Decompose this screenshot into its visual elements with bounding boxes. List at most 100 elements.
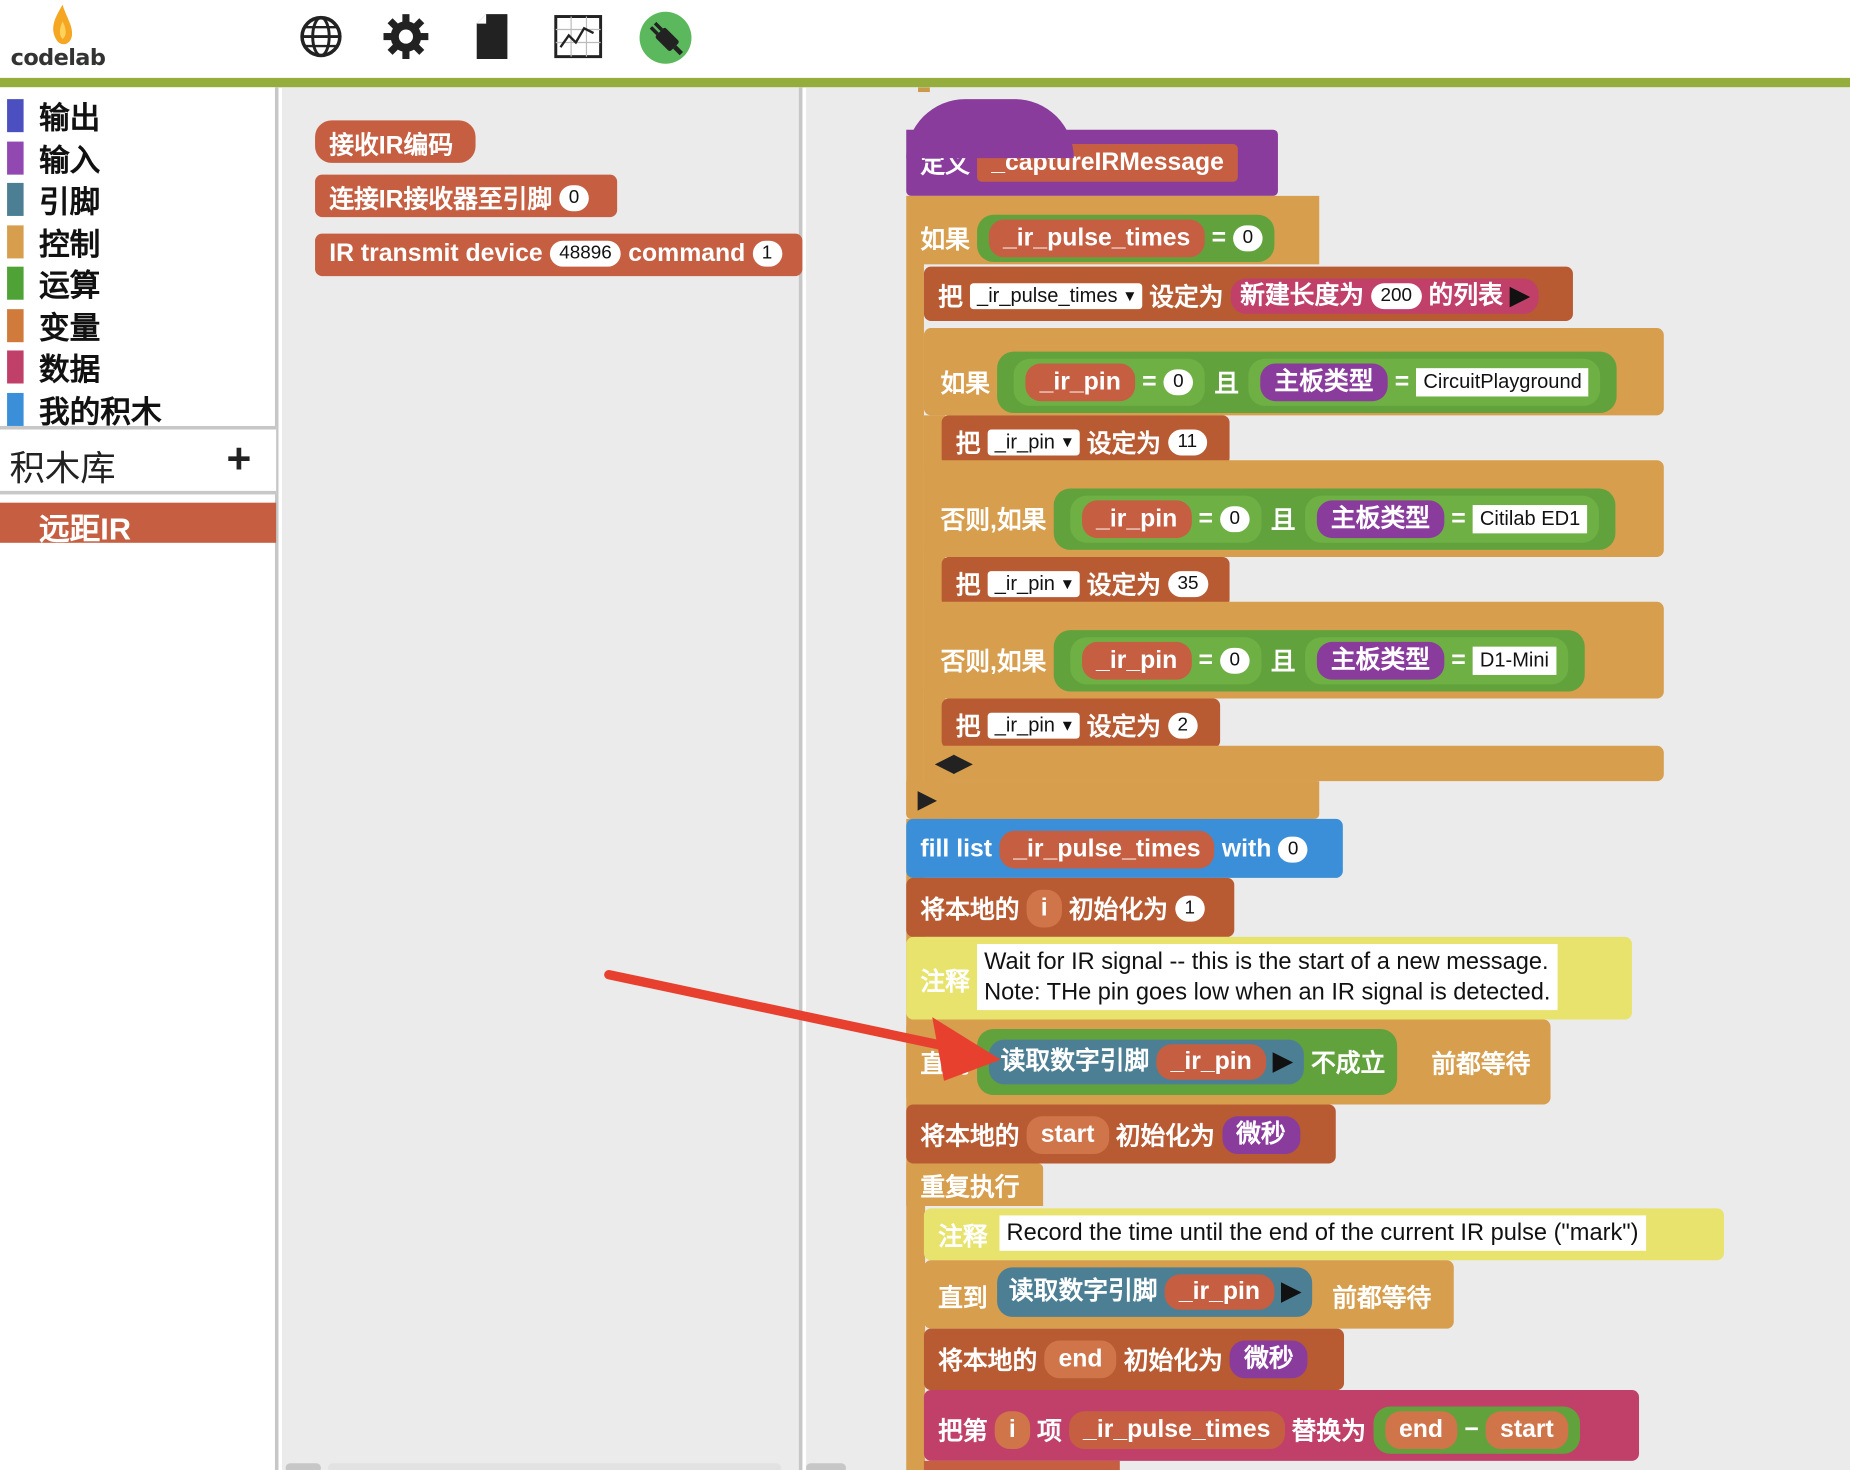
add-library-button[interactable]: + xyxy=(227,434,252,484)
and-condition[interactable]: _ir_pin = 0 且 主板类型 = CircuitPlayground xyxy=(997,351,1618,413)
subtract-reporter[interactable]: end − start xyxy=(1373,1406,1580,1454)
microseconds-reporter[interactable]: 微秒 xyxy=(1221,1116,1300,1155)
board-type-reporter[interactable]: 主板类型 xyxy=(1260,363,1388,402)
wait-until-not-block[interactable]: 直到 读取数字引脚 _ir_pin ▶ 不成立 前都等待 xyxy=(906,1019,1551,1105)
set-pin-11-block[interactable]: 把 _ir_pin ▼ 设定为 11 xyxy=(941,415,1230,465)
not-condition[interactable]: 读取数字引脚 _ir_pin ▶ 不成立 xyxy=(977,1028,1398,1096)
length-input[interactable]: 200 xyxy=(1371,283,1422,310)
category-pins[interactable]: 引脚 xyxy=(0,176,276,219)
category-data[interactable]: 数据 xyxy=(0,343,276,387)
variable-reporter[interactable]: _ir_pulse_times xyxy=(988,219,1205,258)
variable-reporter[interactable]: _ir_pulse_times xyxy=(999,830,1215,869)
comment-block[interactable]: 注释 Wait for IR signal -- this is the sta… xyxy=(906,936,1632,1020)
fill-list-block[interactable]: fill list _ir_pulse_times with 0 xyxy=(906,818,1343,878)
category-input[interactable]: 输入 xyxy=(0,135,276,178)
variable-reporter[interactable]: _ir_pin xyxy=(1081,641,1192,680)
expand-arrow-icon[interactable]: ▶ xyxy=(1273,1047,1292,1078)
set-to-label: 设定为 xyxy=(1086,713,1162,742)
device-input[interactable]: 48896 xyxy=(549,240,622,267)
init-local-start-block[interactable]: 将本地的 start 初始化为 微秒 xyxy=(906,1104,1336,1164)
value-input[interactable]: 2 xyxy=(1168,712,1198,739)
equals-condition[interactable]: 主板类型 = Citilab ED1 xyxy=(1304,495,1600,543)
flyout-scrollbar[interactable] xyxy=(285,1463,321,1470)
equals-condition[interactable]: _ir_pin = 0 xyxy=(1070,637,1262,685)
variable-reporter[interactable]: _ir_pulse_times xyxy=(1068,1411,1285,1450)
file-icon[interactable] xyxy=(467,12,517,62)
equals-condition[interactable]: _ir_pin = 0 xyxy=(1013,358,1205,406)
variable-dropdown[interactable]: _ir_pin ▼ xyxy=(987,429,1080,456)
microseconds-reporter[interactable]: 微秒 xyxy=(1229,1340,1308,1379)
variable-dropdown[interactable]: _ir_pin ▼ xyxy=(987,712,1080,739)
and-condition[interactable]: _ir_pin = 0 且 主板类型 = Citilab ED1 xyxy=(1053,488,1616,550)
expand-arrow-icon[interactable]: ▶ xyxy=(1281,1277,1300,1308)
value-input[interactable]: 35 xyxy=(1168,571,1208,598)
value-input[interactable]: 11 xyxy=(1168,429,1207,456)
value-input[interactable]: 0 xyxy=(1163,369,1194,396)
set-list-block[interactable]: 把 _ir_pulse_times ▼ 设定为 新建长度为 200 的列表 ▶ xyxy=(923,266,1573,321)
usb-connection-icon[interactable] xyxy=(638,11,692,65)
local-variable[interactable]: end xyxy=(1384,1411,1458,1450)
set-pin-35-block[interactable]: 把 _ir_pin ▼ 设定为 35 xyxy=(941,556,1230,607)
replace-item-block[interactable]: 把第 i 项 _ir_pulse_times 替换为 end − start xyxy=(923,1390,1640,1461)
index-reporter[interactable]: i xyxy=(994,1411,1030,1450)
comment-text[interactable]: Record the time until the end of the cur… xyxy=(999,1215,1646,1251)
else-if-ed1-block[interactable]: 否则,如果 _ir_pin = 0 且 主板类型 = Citilab ED1 xyxy=(923,460,1664,557)
value-input[interactable]: 0 xyxy=(1233,225,1263,252)
category-variables[interactable]: 变量 xyxy=(0,302,276,346)
new-list-reporter[interactable]: 新建长度为 200 的列表 ▶ xyxy=(1230,278,1539,314)
board-type-reporter[interactable]: 主板类型 xyxy=(1316,500,1445,539)
category-control[interactable]: 控制 xyxy=(0,218,276,262)
pin-input[interactable]: 0 xyxy=(559,185,589,212)
variable-reporter[interactable]: _ir_pin xyxy=(1156,1044,1266,1080)
equals-condition[interactable]: 主板类型 = CircuitPlayground xyxy=(1248,358,1601,406)
board-value-input[interactable]: Citilab ED1 xyxy=(1472,505,1588,534)
and-condition[interactable]: _ir_pin = 0 且 主板类型 = D1-Mini xyxy=(1053,630,1585,692)
read-digital-pin-reporter[interactable]: 读取数字引脚 _ir_pin ▶ xyxy=(988,1039,1304,1085)
attach-ir-block[interactable]: 连接IR接收器至引脚 0 xyxy=(315,174,618,218)
repeat-block[interactable]: 重复执行 xyxy=(906,1163,1044,1206)
expand-arrow-icon[interactable]: ▶ xyxy=(918,785,936,815)
ir-transmit-block[interactable]: IR transmit device 48896 command 1 xyxy=(315,233,803,277)
set-pin-2-block[interactable]: 把 _ir_pin ▼ 设定为 2 xyxy=(941,698,1221,749)
variable-reporter[interactable]: _ir_pin xyxy=(1164,1274,1275,1310)
gear-icon[interactable] xyxy=(381,12,431,62)
value-input[interactable]: 1 xyxy=(1175,895,1205,922)
local-variable[interactable]: end xyxy=(1044,1340,1117,1379)
receive-ir-block[interactable]: 接收IR编码 xyxy=(315,120,476,163)
if-label: 如果 xyxy=(920,226,970,254)
board-value-input[interactable]: D1-Mini xyxy=(1472,646,1557,675)
else-if-d1mini-block[interactable]: 否则,如果 _ir_pin = 0 且 主板类型 = D1-Mini xyxy=(923,601,1664,699)
local-variable[interactable]: start xyxy=(1026,1116,1109,1155)
canvas-scrollbar[interactable] xyxy=(805,1463,847,1470)
read-digital-pin-reporter[interactable]: 读取数字引脚 _ir_pin ▶ xyxy=(997,1267,1313,1317)
variable-reporter[interactable]: _ir_pin xyxy=(1081,500,1192,539)
variable-dropdown[interactable]: _ir_pulse_times ▼ xyxy=(969,283,1143,310)
value-input[interactable]: 0 xyxy=(1220,647,1250,674)
init-local-i-block[interactable]: 将本地的 i 初始化为 1 xyxy=(906,877,1235,937)
board-type-reporter[interactable]: 主板类型 xyxy=(1316,641,1445,680)
expand-collapse-arrows-icon[interactable]: ◀▶ xyxy=(936,748,972,778)
equals-condition[interactable]: 主板类型 = D1-Mini xyxy=(1304,637,1568,685)
local-variable[interactable]: i xyxy=(1026,889,1062,928)
variable-reporter[interactable]: _ir_pin xyxy=(1025,363,1135,402)
category-my-blocks[interactable]: 我的积木 xyxy=(0,386,276,430)
value-input[interactable]: 0 xyxy=(1220,506,1250,533)
globe-icon[interactable] xyxy=(296,12,346,62)
if-board-block[interactable]: 如果 _ir_pin = 0 且 主板类型 = CircuitPlaygroun… xyxy=(923,328,1664,416)
value-input[interactable]: 0 xyxy=(1278,836,1308,863)
category-output[interactable]: 输出 xyxy=(0,92,276,136)
equals-condition[interactable]: _ir_pulse_times = 0 xyxy=(977,214,1275,262)
expand-arrow-icon[interactable]: ▶ xyxy=(1510,281,1529,312)
comment-block[interactable]: 注释 Record the time until the end of the … xyxy=(923,1208,1724,1261)
wait-until-block[interactable]: 直到 读取数字引脚 _ir_pin ▶ 前都等待 xyxy=(923,1260,1454,1329)
local-variable[interactable]: start xyxy=(1485,1411,1568,1450)
init-local-end-block[interactable]: 将本地的 end 初始化为 微秒 xyxy=(923,1328,1345,1391)
equals-condition[interactable]: _ir_pin = 0 xyxy=(1070,495,1262,543)
command-input[interactable]: 1 xyxy=(752,240,782,267)
graph-icon[interactable] xyxy=(553,12,603,62)
library-item-ir[interactable]: 远距IR xyxy=(0,502,277,546)
variable-dropdown[interactable]: _ir_pin ▼ xyxy=(987,571,1080,598)
board-value-input[interactable]: CircuitPlayground xyxy=(1416,368,1589,397)
comment-text[interactable]: Wait for IR signal -- this is the start … xyxy=(977,943,1558,1011)
category-operators[interactable]: 运算 xyxy=(0,260,276,303)
